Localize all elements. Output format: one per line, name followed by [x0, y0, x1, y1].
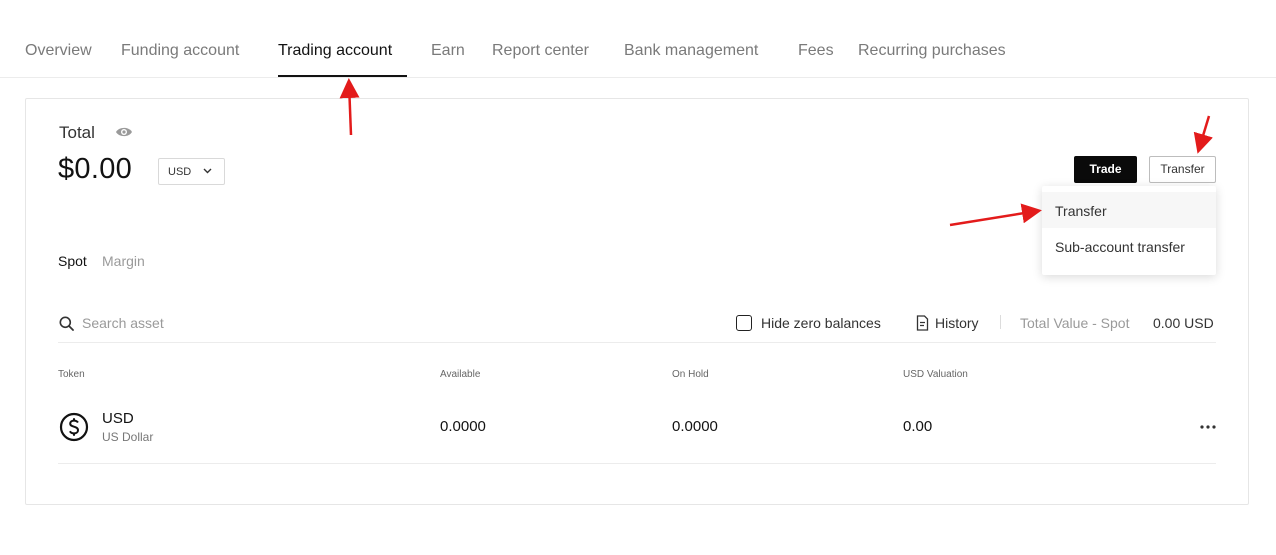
- currency-select[interactable]: USD: [158, 158, 225, 185]
- more-options-icon[interactable]: [1200, 425, 1216, 429]
- column-header-token: Token: [58, 369, 85, 380]
- active-tab-indicator: [278, 75, 407, 77]
- on-hold-value: 0.0000: [672, 418, 718, 435]
- total-balance-amount: $0.00: [58, 153, 133, 185]
- divider: [1000, 315, 1001, 329]
- tab-overview[interactable]: Overview: [25, 42, 92, 60]
- tab-trading-account[interactable]: Trading account: [278, 42, 392, 60]
- total-label: Total: [59, 123, 95, 142]
- hide-zero-balances-checkbox[interactable]: [736, 315, 752, 331]
- tab-earn[interactable]: Earn: [431, 42, 465, 60]
- transfer-button[interactable]: Transfer: [1149, 156, 1216, 183]
- trading-account-card: Total $0.00 USD Trade Transfer Transfer …: [25, 98, 1249, 505]
- column-header-available: Available: [440, 369, 481, 380]
- tab-fees[interactable]: Fees: [798, 42, 834, 60]
- tab-bank-management[interactable]: Bank management: [624, 42, 758, 60]
- currency-select-value: USD: [168, 166, 192, 178]
- document-icon[interactable]: [916, 315, 929, 331]
- subtab-margin[interactable]: Margin: [102, 253, 145, 269]
- transfer-dropdown-menu: Transfer Sub-account transfer: [1042, 186, 1216, 275]
- usd-valuation-value: 0.00: [903, 418, 933, 435]
- available-value: 0.0000: [440, 418, 486, 435]
- search-icon: [59, 316, 74, 331]
- chevron-down-icon: [203, 168, 212, 174]
- account-tabs-nav: Overview Funding account Trading account…: [0, 0, 1276, 78]
- divider: [58, 342, 1216, 343]
- menu-item-transfer[interactable]: Transfer: [1042, 192, 1216, 228]
- tab-funding-account[interactable]: Funding account: [121, 42, 239, 60]
- subtab-spot[interactable]: Spot: [58, 253, 87, 269]
- total-value-spot-label: Total Value - Spot: [1020, 315, 1130, 331]
- menu-item-sub-account-transfer[interactable]: Sub-account transfer: [1042, 228, 1216, 264]
- column-header-usd-valuation: USD Valuation: [903, 369, 968, 380]
- history-link[interactable]: History: [935, 315, 979, 331]
- token-name: US Dollar: [102, 430, 154, 444]
- total-value-spot: 0.00 USD: [1153, 315, 1214, 331]
- column-header-on-hold: On Hold: [672, 369, 709, 380]
- eye-icon[interactable]: [115, 125, 133, 139]
- tab-recurring-purchases[interactable]: Recurring purchases: [858, 42, 1006, 60]
- hide-zero-balances-label[interactable]: Hide zero balances: [761, 315, 881, 331]
- token-symbol: USD: [102, 410, 134, 427]
- tab-report-center[interactable]: Report center: [492, 42, 589, 60]
- trade-button[interactable]: Trade: [1074, 156, 1137, 183]
- divider: [58, 463, 1216, 464]
- dollar-coin-icon: [59, 412, 89, 442]
- search-asset-input[interactable]: [82, 312, 342, 334]
